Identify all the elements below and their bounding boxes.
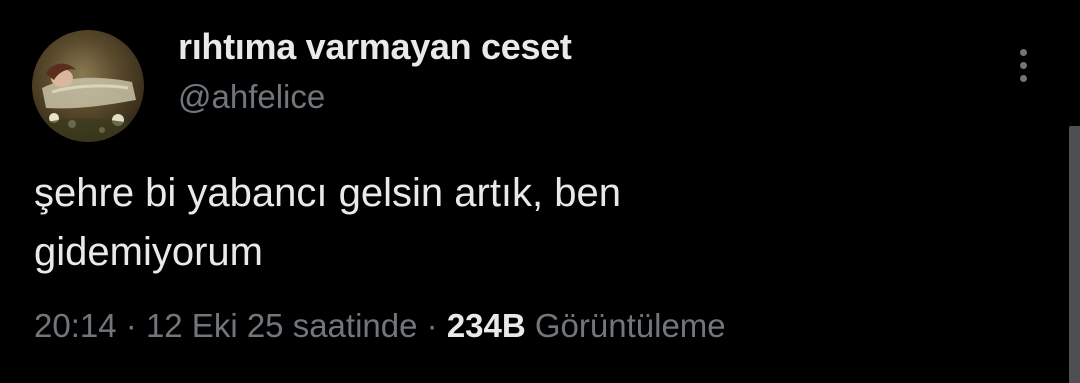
more-vertical-icon-dot-3 — [1019, 74, 1027, 82]
meta-separator: · — [125, 307, 137, 344]
tweet-text: şehre bi yabancı gelsin artık, ben gidem… — [34, 164, 934, 282]
tweet-text-line-2: gidemiyorum — [34, 230, 263, 274]
views-count[interactable]: 234B — [447, 307, 526, 344]
tweet-card: rıhtıma varmayan ceset @ahfelice şehre b… — [0, 0, 1080, 383]
avatar[interactable] — [32, 30, 144, 142]
views-label[interactable]: Görüntüleme — [535, 307, 726, 344]
tweet-text-line-1: şehre bi yabancı gelsin artık, ben — [34, 171, 622, 215]
more-vertical-icon — [1019, 48, 1027, 56]
more-vertical-icon-dot-2 — [1019, 61, 1027, 69]
meta-separator: · — [426, 307, 438, 344]
avatar-image — [32, 30, 144, 142]
author-handle[interactable]: @ahfelice — [178, 78, 325, 116]
author-display-name[interactable]: rıhtıma varmayan ceset — [178, 26, 572, 68]
tweet-time[interactable]: 20:14 — [34, 307, 117, 344]
scrollbar[interactable] — [1069, 126, 1080, 383]
more-options-button[interactable] — [1006, 42, 1040, 88]
tweet-date[interactable]: 12 Eki 25 saatinde — [146, 307, 418, 344]
tweet-meta: 20:14 · 12 Eki 25 saatinde · 234B Görünt… — [34, 307, 726, 345]
